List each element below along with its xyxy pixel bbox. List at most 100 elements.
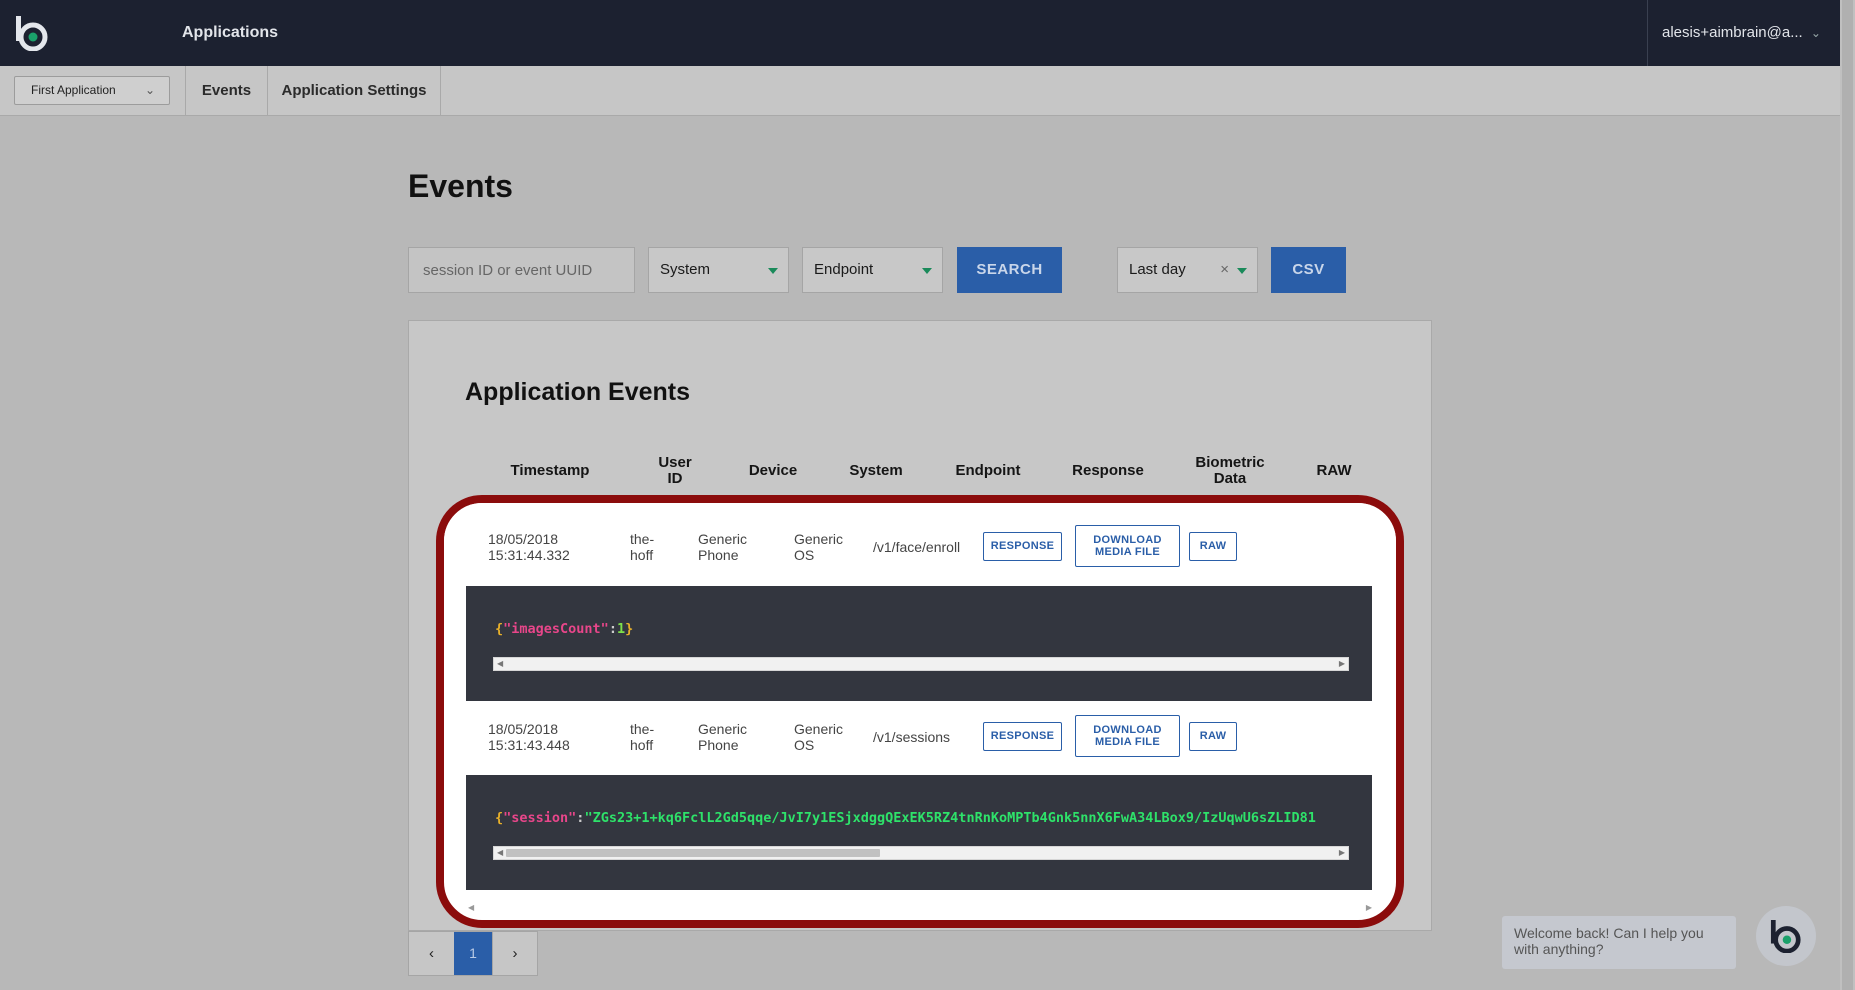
user-id-cell: the- hoff [630,531,654,563]
device-line-1: Generic [698,531,748,547]
raw-button[interactable]: RAW [1189,722,1237,751]
caret-down-icon [768,268,778,274]
download-media-file-button[interactable]: DOWNLOAD MEDIA FILE [1075,715,1180,757]
endpoint-select-value: Endpoint [814,261,874,278]
user-id-line-2: hoff [630,737,654,753]
system-line-1: Generic [794,531,844,547]
search-input[interactable] [408,247,635,293]
response-payload-text: {"imagesCount":1} [495,621,1349,637]
column-header-response: Response [1072,462,1144,479]
scroll-right-icon[interactable]: ▶ [1366,903,1372,912]
json-brace-open: { [495,810,504,826]
chevron-down-icon: ⌄ [1810,26,1821,40]
payload-horizontal-scrollbar[interactable]: ◀ ▶ [493,657,1349,671]
chat-launcher-button[interactable] [1756,906,1816,966]
aimbrain-logo-icon [1770,920,1801,953]
scroll-left-icon[interactable]: ◀ [497,847,503,859]
table-row[interactable]: 18/05/2018 15:31:44.332 the- hoff Generi… [444,503,1396,586]
timestamp-date: 18/05/2018 [488,721,559,737]
previous-page-button[interactable]: ‹ [409,932,454,975]
time-range-select[interactable]: Last day × [1117,247,1258,293]
device-line-1: Generic [698,721,748,737]
endpoint-cell: /v1/sessions [873,729,951,745]
system-select-value: System [660,261,711,278]
json-brace-close: } [625,621,634,637]
payload-horizontal-scrollbar[interactable]: ◀ ▶ [493,846,1349,860]
user-id-line-1: the- [630,721,655,737]
response-payload-panel: {"imagesCount":1} ◀ ▶ [466,586,1372,701]
page-scrollbar-thumb[interactable] [1842,0,1853,990]
column-header-endpoint: Endpoint [955,462,1021,479]
response-payload-panel: {"session":"ZGs23+1+kq6FclL2Gd5qqe/JvI7y… [466,775,1372,890]
response-button[interactable]: RESPONSE [983,722,1062,751]
timestamp-cell: 18/05/2018 15:31:43.448 [488,721,570,753]
scroll-left-icon[interactable]: ◀ [468,903,474,912]
json-key: "session" [503,810,577,826]
top-bar: Applications alesis+aimbrain@a... ⌄ [0,0,1840,66]
next-page-button[interactable]: › [492,932,537,975]
scroll-right-icon[interactable]: ▶ [1339,847,1345,859]
table-row[interactable]: 18/05/2018 15:31:43.448 the- hoff Generi… [444,701,1396,784]
system-cell: Generic OS [794,721,843,753]
json-key: "imagesCount" [503,621,609,637]
search-button[interactable]: SEARCH [957,247,1062,293]
tab-application-settings[interactable]: Application Settings [267,66,441,116]
column-header-timestamp: Timestamp [510,462,590,479]
application-select-value: First Application [31,83,116,97]
scroll-left-icon[interactable]: ◀ [497,658,503,670]
json-value: "ZGs23+1+kq6FclL2Gd5qqe/JvI7y1ESjxdggQEx… [584,810,1316,826]
json-value: 1 [616,621,626,637]
endpoint-cell: /v1/face/enroll [873,539,961,555]
clear-icon[interactable]: × [1220,248,1229,292]
column-header-device: Device [748,462,798,479]
sub-navigation: First Application ⌄ Events Application S… [0,66,1840,116]
system-line-2: OS [794,737,815,753]
scroll-right-icon[interactable]: ▶ [1339,658,1345,670]
table-horizontal-scrollbar[interactable]: ◀ ▶ [468,903,1372,915]
pagination: ‹ 1 › [408,931,538,976]
chevron-down-icon: ⌄ [144,83,155,97]
chat-welcome-message[interactable]: Welcome back! Can I help you with anythi… [1502,916,1736,969]
page-scrollbar[interactable] [1840,0,1855,990]
card-title: Application Events [465,378,691,406]
system-line-1: Generic [794,721,844,737]
json-colon: : [608,621,617,637]
page-title: Events [408,168,513,204]
timestamp-time: 15:31:44.332 [488,547,570,563]
caret-down-icon [1237,268,1247,274]
system-cell: Generic OS [794,531,843,563]
highlighted-events-region: 18/05/2018 15:31:44.332 the- hoff Generi… [436,495,1404,928]
system-select[interactable]: System [648,247,789,293]
raw-button[interactable]: RAW [1189,532,1237,561]
timestamp-time: 15:31:43.448 [488,737,570,753]
csv-export-button[interactable]: CSV [1271,247,1346,293]
aimbrain-logo-icon[interactable] [15,15,49,51]
column-header-biometric-data: Biometric Data [1195,454,1265,487]
payload-scrollbar-thumb[interactable] [506,849,880,857]
caret-down-icon [922,268,932,274]
device-cell: Generic Phone [698,531,747,563]
timestamp-date: 18/05/2018 [488,531,559,547]
user-id-cell: the- hoff [630,721,654,753]
json-brace-open: { [495,621,504,637]
page-section-title[interactable]: Applications [182,0,278,66]
user-email: alesis+aimbrain@a... [1662,24,1803,41]
user-menu[interactable]: alesis+aimbrain@a... ⌄ [1647,0,1840,66]
timestamp-cell: 18/05/2018 15:31:44.332 [488,531,570,563]
time-range-value: Last day [1129,261,1186,278]
response-payload-text: {"session":"ZGs23+1+kq6FclL2Gd5qqe/JvI7y… [495,810,1349,826]
download-media-file-button[interactable]: DOWNLOAD MEDIA FILE [1075,525,1180,567]
endpoint-select[interactable]: Endpoint [802,247,943,293]
column-header-raw: RAW [1316,462,1352,479]
application-select[interactable]: First Application ⌄ [14,76,170,105]
user-id-line-2: hoff [630,547,654,563]
column-header-system: System [849,462,903,479]
response-button[interactable]: RESPONSE [983,532,1062,561]
device-cell: Generic Phone [698,721,747,753]
device-line-2: Phone [698,737,739,753]
user-id-line-1: the- [630,531,655,547]
tab-events[interactable]: Events [185,66,267,116]
system-line-2: OS [794,547,815,563]
column-header-user-id: User ID [658,454,692,487]
current-page-button[interactable]: 1 [454,932,492,975]
